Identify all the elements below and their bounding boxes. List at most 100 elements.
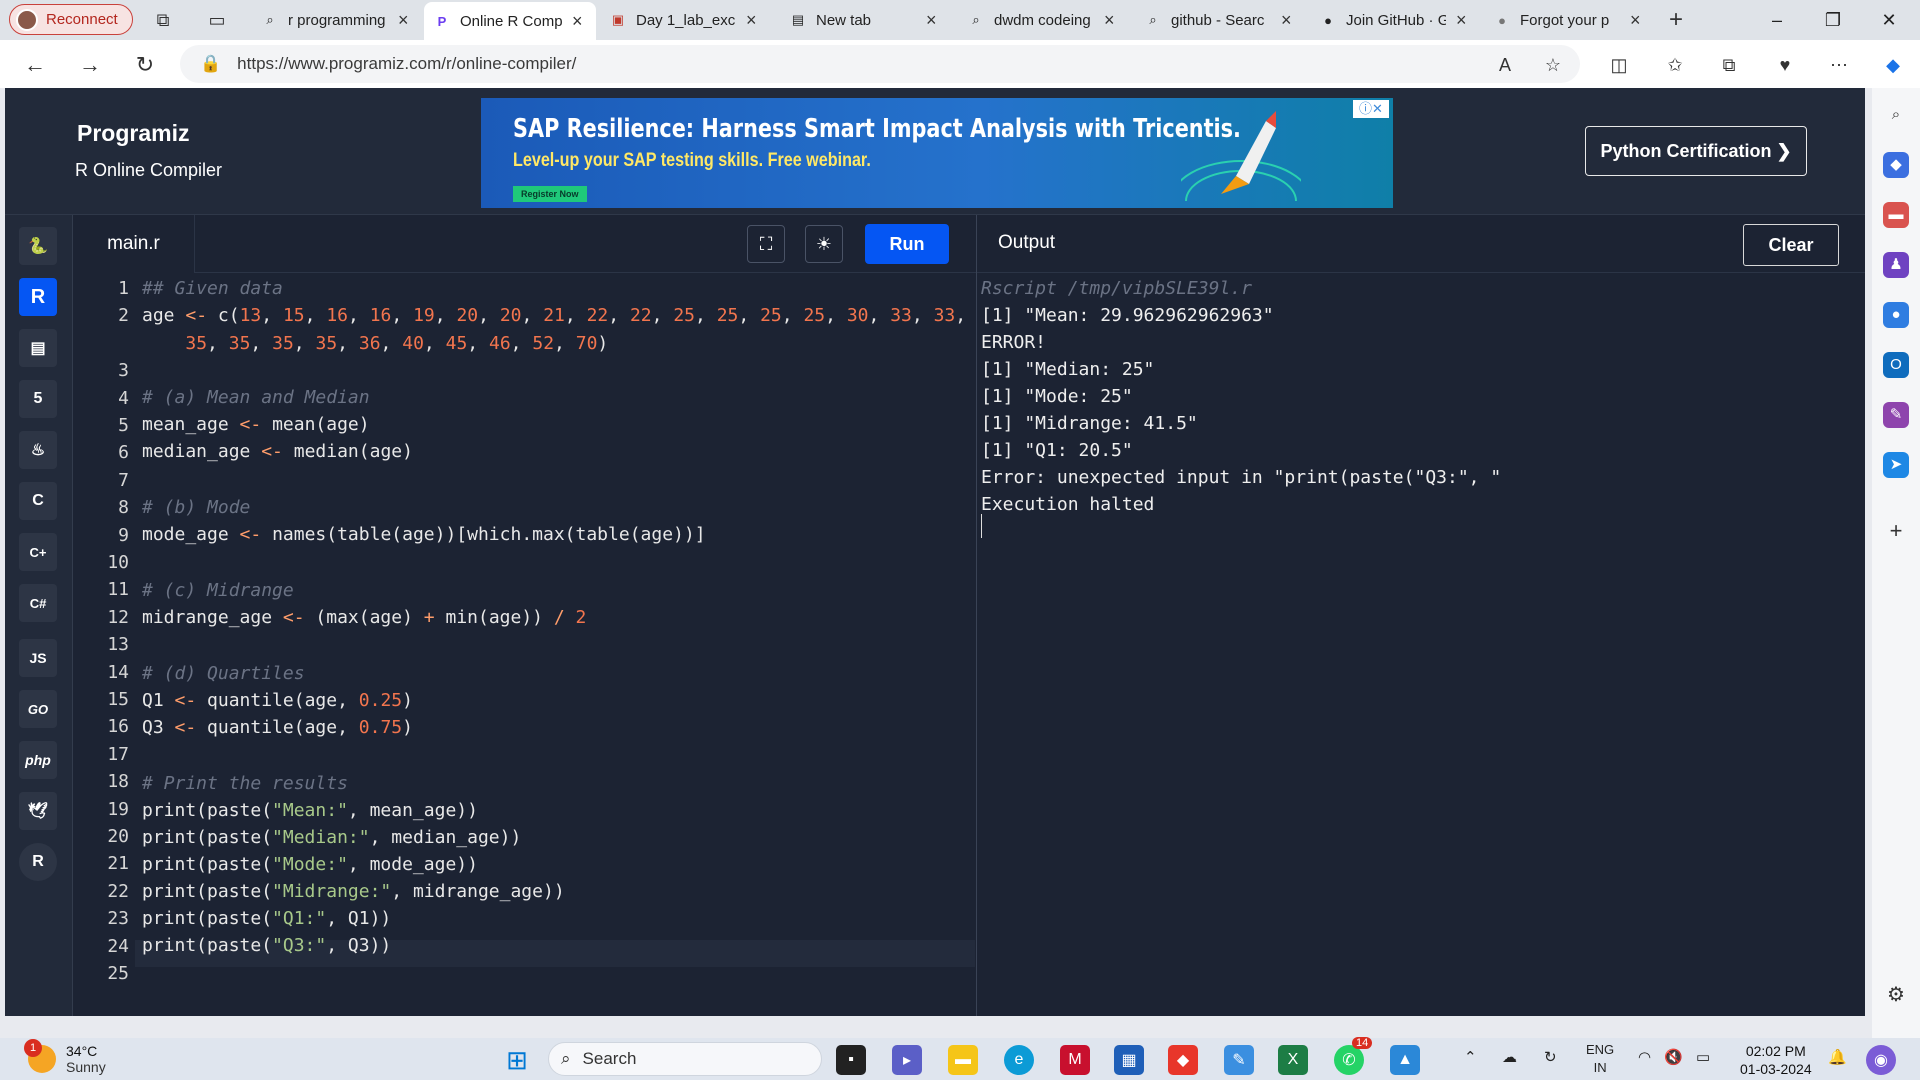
sidebar-settings-icon[interactable]: ⚙ <box>1883 982 1909 1008</box>
weather-widget[interactable]: 1 34°C Sunny <box>24 1039 106 1075</box>
favorite-star-icon[interactable]: ☆ <box>1540 52 1566 78</box>
volume-muted-icon[interactable]: 🔇 <box>1664 1048 1683 1066</box>
close-icon[interactable]: × <box>1630 10 1644 31</box>
restore-icon[interactable]: ❐ <box>1810 6 1856 34</box>
line-number: 14 <box>107 661 129 683</box>
designer-icon[interactable]: ✎ <box>1883 402 1909 428</box>
back-icon[interactable]: ← <box>20 50 50 80</box>
clock[interactable]: 02:02 PM 01-03-2024 <box>1740 1042 1812 1078</box>
window-close-icon[interactable]: ✕ <box>1866 6 1912 34</box>
minimize-icon[interactable]: – <box>1754 6 1800 34</box>
python-certification-button[interactable]: Python Certification ❯ <box>1585 126 1807 176</box>
tab-forgot-password[interactable]: ● Forgot your p × <box>1484 4 1654 36</box>
more-options-icon[interactable]: ⋯ <box>1826 52 1852 78</box>
new-tab-plus-icon[interactable]: + <box>1665 8 1687 32</box>
teams-icon[interactable]: ▸ <box>892 1045 922 1075</box>
run-button[interactable]: Run <box>865 224 949 264</box>
file-explorer-icon[interactable]: ▬ <box>948 1045 978 1075</box>
store-icon[interactable]: ▦ <box>1114 1045 1144 1075</box>
workspaces-icon[interactable]: ⧉ <box>152 9 174 31</box>
code-line: # (a) Mean and Median <box>142 387 370 408</box>
fullscreen-icon[interactable]: ⛶ <box>747 225 785 263</box>
weather-temp: 34°C <box>66 1043 98 1059</box>
tab-actions-icon[interactable]: ▭ <box>206 9 228 31</box>
output-console[interactable]: Rscript /tmp/vipbSLE39l.r [1] "Mean: 29.… <box>977 273 1865 1016</box>
ad-banner[interactable]: SAP Resilience: Harness Smart Impact Ana… <box>481 98 1393 208</box>
onedrive-icon[interactable]: ☁ <box>1502 1048 1517 1066</box>
line-number: 21 <box>107 853 129 875</box>
lang-javascript[interactable]: JS <box>13 635 63 681</box>
tab-github-search[interactable]: ⌕ github - Searc × <box>1135 4 1305 36</box>
lang-sql[interactable]: ▤ <box>13 325 63 371</box>
favorites-icon[interactable]: ✩ <box>1662 52 1688 78</box>
lang-go[interactable]: GO <box>13 686 63 732</box>
lang-r[interactable]: R <box>13 274 63 320</box>
tab-new-tab[interactable]: ▤ New tab × <box>780 4 950 36</box>
excel-icon[interactable]: X <box>1278 1045 1308 1075</box>
reconnect-button[interactable]: Reconnect <box>9 4 133 35</box>
lang-swift[interactable]: 🕊 <box>13 788 63 834</box>
add-sidebar-icon[interactable]: + <box>1883 518 1909 544</box>
close-icon[interactable]: × <box>1456 10 1470 31</box>
tools-icon[interactable]: ▬ <box>1883 202 1909 228</box>
collections-icon[interactable]: ⧉ <box>1716 52 1742 78</box>
lang-rust[interactable]: R <box>13 839 63 885</box>
photos-icon[interactable]: ▲ <box>1390 1045 1420 1075</box>
ad-close-icon[interactable]: ⓘ✕ <box>1353 100 1389 118</box>
close-icon[interactable]: × <box>1104 10 1118 31</box>
programiz-logo[interactable]: Programiz <box>77 120 189 147</box>
lang-c[interactable]: C <box>13 478 63 524</box>
language-indicator[interactable]: ENG IN <box>1586 1041 1614 1077</box>
tab-r-programming[interactable]: ⌕ r programming × <box>252 4 422 36</box>
lang-cpp[interactable]: C+ <box>13 529 63 575</box>
copilot-app-icon[interactable]: ● <box>1883 302 1909 328</box>
output-line: Execution halted <box>981 494 1155 515</box>
tab-online-r-compiler[interactable]: P Online R Comp × <box>424 2 596 40</box>
outlook-icon[interactable]: O <box>1883 352 1909 378</box>
refresh-icon[interactable]: ↻ <box>130 50 160 80</box>
forward-icon[interactable]: → <box>75 50 105 80</box>
tray-chevron-icon[interactable]: ⌃ <box>1464 1048 1477 1066</box>
close-icon[interactable]: × <box>1281 10 1295 31</box>
close-icon[interactable]: × <box>398 10 412 31</box>
line-number: 15 <box>107 689 129 710</box>
lang-java[interactable]: ♨ <box>13 427 63 473</box>
app-feather-icon[interactable]: ✎ <box>1224 1045 1254 1075</box>
url-field[interactable]: 🔒 https://www.programiz.com/r/online-com… <box>180 45 1580 83</box>
split-screen-icon[interactable]: ◫ <box>1606 52 1632 78</box>
app-diamond-icon[interactable]: ◆ <box>1168 1045 1198 1075</box>
search-icon[interactable]: ⌕ <box>1883 102 1909 128</box>
close-icon[interactable]: × <box>746 10 760 31</box>
code-editor[interactable]: 1 2 3 4 5 6 7 8 9 10 11 12 13 14 15 16 17 18 19 20 21 22 23 24 2… <box>73 273 976 1016</box>
sync-icon[interactable]: ↻ <box>1544 1048 1557 1066</box>
edge-icon[interactable]: e <box>1004 1045 1034 1075</box>
battery-icon[interactable]: ▭ <box>1696 1048 1710 1066</box>
ad-register-button[interactable]: Register Now <box>513 186 587 202</box>
browser-essentials-icon[interactable]: ♥ <box>1772 52 1798 78</box>
close-icon[interactable]: × <box>926 10 940 31</box>
tab-dwdm[interactable]: ⌕ dwdm codeing × <box>958 4 1128 36</box>
lang-python[interactable]: 🐍 <box>13 223 63 269</box>
file-tab-main-r[interactable]: main.r <box>73 215 195 273</box>
read-aloud-icon[interactable]: A <box>1492 52 1518 78</box>
tab-join-github[interactable]: ● Join GitHub · G × <box>1310 4 1480 36</box>
mcafee-icon[interactable]: M <box>1060 1045 1090 1075</box>
notification-bell-icon[interactable]: 🔔 <box>1828 1048 1847 1066</box>
tab-day1-lab[interactable]: ▣ Day 1_lab_exc × <box>600 4 770 36</box>
task-view-icon[interactable]: ▪ <box>836 1045 866 1075</box>
start-icon[interactable]: ⊞ <box>502 1045 532 1075</box>
shopping-icon[interactable]: ◆ <box>1883 152 1909 178</box>
lang-html[interactable]: 5 <box>13 376 63 422</box>
close-icon[interactable]: × <box>572 11 586 32</box>
clear-button[interactable]: Clear <box>1743 224 1839 266</box>
copilot-icon[interactable]: ◆ <box>1880 52 1906 78</box>
lang-csharp[interactable]: C# <box>13 580 63 626</box>
lang-php[interactable]: php <box>13 737 63 783</box>
games-icon[interactable]: ♟ <box>1883 252 1909 278</box>
copilot-taskbar-icon[interactable]: ◉ <box>1866 1045 1896 1075</box>
whatsapp-icon[interactable]: ✆ 14 <box>1334 1037 1373 1075</box>
send-icon[interactable]: ➤ <box>1883 452 1909 478</box>
theme-toggle-icon[interactable]: ☀ <box>805 225 843 263</box>
taskbar-search[interactable]: ⌕ Search <box>548 1042 822 1076</box>
wifi-icon[interactable]: ◠ <box>1638 1048 1651 1066</box>
